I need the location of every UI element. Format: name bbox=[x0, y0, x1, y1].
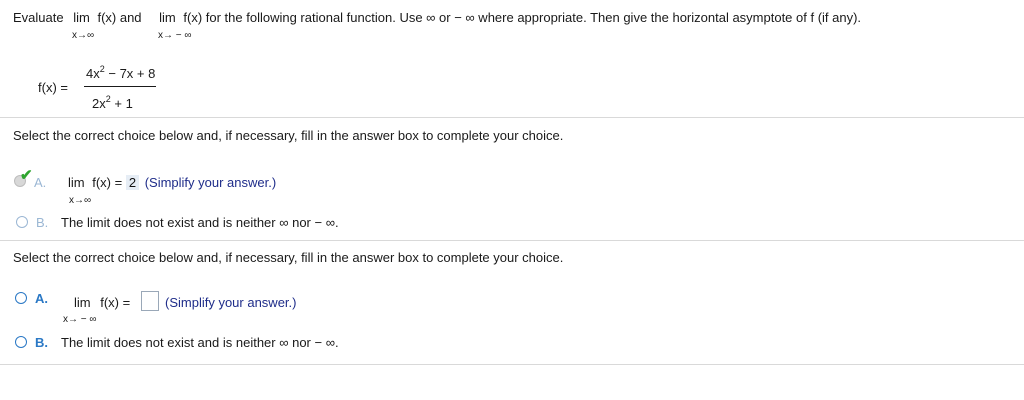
section-divider-2 bbox=[0, 240, 1024, 241]
numerator-term-b: − 7x + 8 bbox=[104, 66, 156, 81]
question-lim-2: lim bbox=[159, 10, 176, 25]
part2-choice-a-lim: lim bbox=[74, 295, 91, 310]
question-lim-1-subscript: x→∞ bbox=[72, 30, 95, 41]
function-denominator: 2x2 + 1 bbox=[92, 94, 133, 111]
question-lim-1: lim bbox=[73, 10, 90, 25]
part1-choice-a-fx: f(x) = bbox=[92, 175, 123, 190]
part2-choice-a-hint: (Simplify your answer.) bbox=[165, 295, 297, 310]
question-intro: Evaluate bbox=[13, 10, 64, 25]
function-numerator: 4x2 − 7x + 8 bbox=[86, 64, 156, 81]
function-label: f(x) = bbox=[38, 80, 68, 95]
part1-choice-b-letter: B. bbox=[36, 215, 49, 230]
question-rest: f(x) for the following rational function… bbox=[183, 10, 862, 25]
part1-choice-a-expression: lim f(x) = 2 (Simplify your answer.) bbox=[68, 175, 276, 190]
part2-choice-a-subscript: x→ − ∞ bbox=[63, 314, 97, 325]
part2-answer-input[interactable] bbox=[141, 291, 159, 311]
part1-instruction: Select the correct choice below and, if … bbox=[13, 128, 564, 143]
part1-choice-a-subscript: x→∞ bbox=[69, 195, 92, 206]
part1-answer-value: 2 bbox=[125, 175, 140, 190]
part1-choice-a-hint: (Simplify your answer.) bbox=[144, 175, 277, 190]
part1-choice-a-lim: lim bbox=[68, 175, 85, 190]
part2-choice-a-letter: A. bbox=[35, 291, 48, 306]
section-divider-1 bbox=[0, 117, 1024, 118]
question-prompt: Evaluate lim f(x) and lim f(x) for the f… bbox=[13, 10, 861, 25]
question-fx-1: f(x) and bbox=[97, 10, 142, 25]
part2-choice-b-radio[interactable] bbox=[15, 336, 27, 348]
part1-choice-b-text[interactable]: The limit does not exist and is neither … bbox=[61, 215, 339, 230]
part2-instruction: Select the correct choice below and, if … bbox=[13, 250, 564, 265]
part2-choice-a-radio[interactable] bbox=[15, 292, 27, 304]
part2-choice-a-fx: f(x) = bbox=[100, 295, 131, 310]
part2-choice-a-expression: lim f(x) = bbox=[74, 295, 130, 310]
part1-choice-b-radio[interactable] bbox=[16, 216, 28, 228]
numerator-exponent: 2 bbox=[99, 64, 105, 74]
question-lim-2-subscript: x→ − ∞ bbox=[158, 30, 192, 41]
part2-choice-b-letter: B. bbox=[35, 335, 48, 350]
part1-choice-a-letter: A. bbox=[34, 175, 47, 190]
numerator-term-a: 4x bbox=[86, 66, 100, 81]
section-divider-3 bbox=[0, 364, 1024, 365]
denominator-exponent: 2 bbox=[105, 94, 111, 104]
denominator-term-a: 2x bbox=[92, 96, 106, 111]
fraction-bar bbox=[84, 86, 156, 87]
part2-choice-b-text[interactable]: The limit does not exist and is neither … bbox=[61, 335, 339, 350]
denominator-term-b: + 1 bbox=[110, 96, 133, 111]
correct-check-icon: ✔ bbox=[20, 167, 33, 184]
